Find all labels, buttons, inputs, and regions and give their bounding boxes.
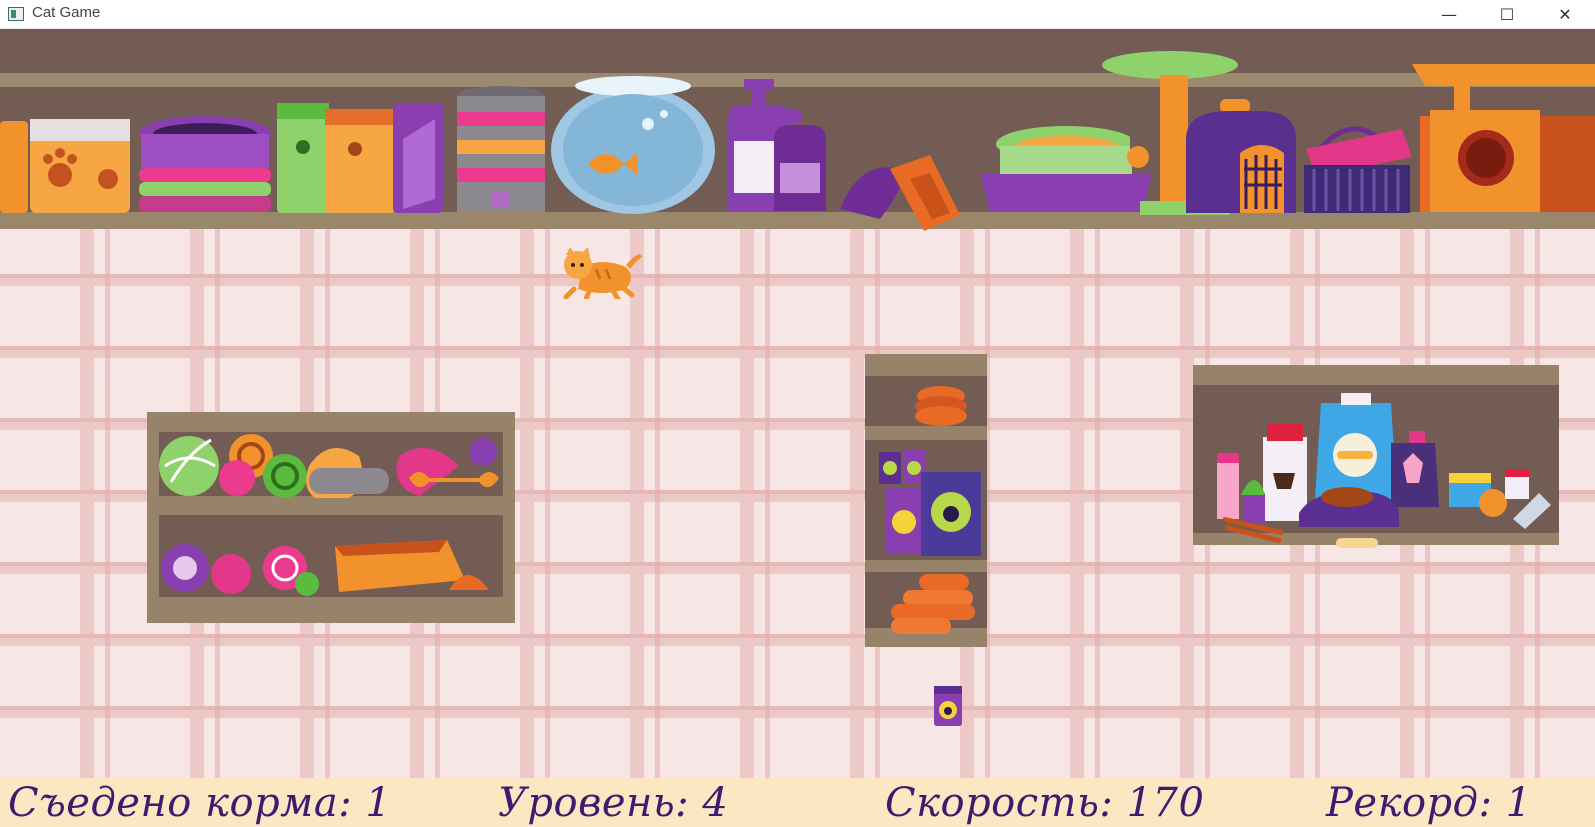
sausages-icon xyxy=(891,574,975,634)
falling-food-bag-icon xyxy=(934,686,962,726)
pet-food-bags-icon xyxy=(277,103,443,213)
bowl-stack-icon xyxy=(139,116,271,212)
eaten-counter: Съедено корма: 1 xyxy=(8,780,392,826)
toy-shelf xyxy=(147,412,515,623)
supplies-shelf xyxy=(1193,365,1559,548)
game-area[interactable] xyxy=(0,29,1595,778)
shampoo-bottles-icon xyxy=(728,79,826,211)
meat-stack-icon xyxy=(915,386,967,426)
top-shelf xyxy=(0,29,1595,231)
app-icon xyxy=(8,7,24,21)
cat-house-icon xyxy=(1412,64,1595,212)
cat-food-cans-icon xyxy=(879,450,981,556)
grooming-brush-icon xyxy=(840,155,960,231)
minimize-button[interactable]: — xyxy=(1420,0,1478,29)
food-bags-icon xyxy=(0,119,130,213)
food-shelf xyxy=(865,354,987,647)
shelf-board xyxy=(0,212,1595,229)
toys-top-icon xyxy=(159,434,499,498)
maximize-button[interactable]: ☐ xyxy=(1478,0,1536,29)
toys-bottom-icon xyxy=(161,540,489,596)
close-button[interactable]: ✕ xyxy=(1536,0,1594,29)
level-indicator: Уровень: 4 xyxy=(498,780,729,826)
fishbowl-icon xyxy=(551,76,715,214)
pet-carrier-icon xyxy=(1186,99,1296,213)
cat-player-icon xyxy=(563,247,642,299)
pet-supplies-icon xyxy=(1217,393,1551,548)
window-titlebar: Cat Game — ☐ ✕ xyxy=(0,0,1595,29)
pet-basket-icon xyxy=(1304,126,1412,213)
status-bar: Съедено корма: 1 Уровень: 4 Скорость: 17… xyxy=(0,778,1595,827)
pet-collar-stack-icon xyxy=(457,86,545,212)
window-title: Cat Game xyxy=(32,4,101,21)
speed-indicator: Скорость: 170 xyxy=(885,780,1205,826)
record-indicator: Рекорд: 1 xyxy=(1326,780,1532,826)
